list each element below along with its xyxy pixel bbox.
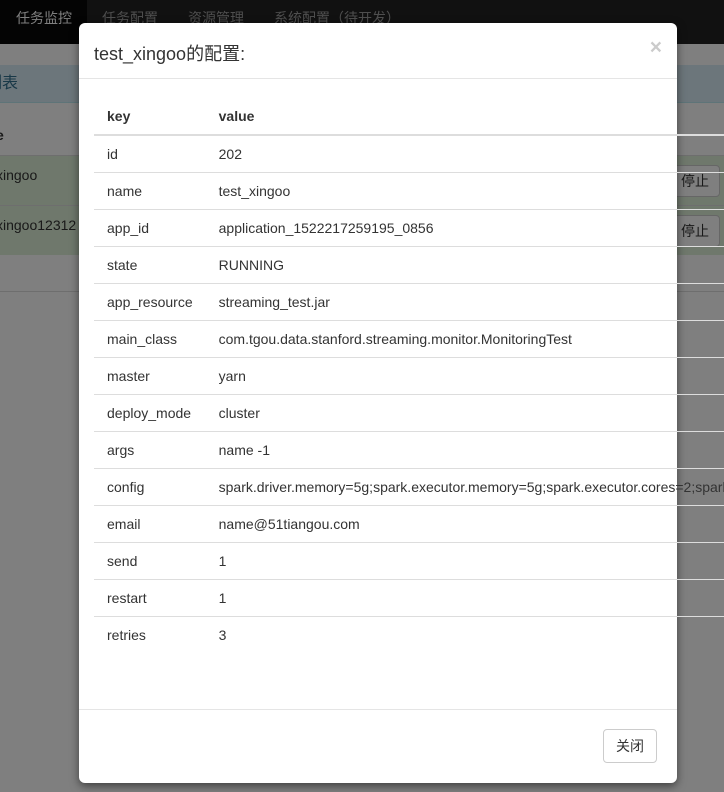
- table-row: args name -1: [94, 430, 724, 468]
- config-value: streaming_test.jar: [205, 282, 724, 320]
- config-value: spark.driver.memory=5g;spark.executor.me…: [205, 467, 724, 505]
- config-key: app_resource: [94, 282, 206, 320]
- table-row: master yarn: [94, 356, 724, 394]
- config-key: args: [94, 430, 206, 468]
- config-value: com.tgou.data.stanford.streaming.monitor…: [205, 319, 724, 357]
- table-row: name test_xingoo: [94, 171, 724, 209]
- table-row: app_id application_1522217259195_0856: [94, 208, 724, 246]
- table-row: send 1: [94, 541, 724, 579]
- config-key: send: [94, 541, 206, 579]
- config-value: 3: [205, 615, 724, 653]
- config-key: id: [94, 134, 206, 172]
- config-key: config: [94, 467, 206, 505]
- table-row: id 202: [94, 134, 724, 172]
- close-icon[interactable]: ×: [650, 37, 662, 58]
- column-header-key: key: [94, 98, 206, 136]
- config-key: deploy_mode: [94, 393, 206, 431]
- table-row: retries 3: [94, 615, 724, 653]
- config-value: 1: [205, 541, 724, 579]
- config-key: state: [94, 245, 206, 283]
- config-key: master: [94, 356, 206, 394]
- modal-title: test_xingoo的配置:: [94, 44, 246, 64]
- config-value: 202: [205, 134, 724, 172]
- config-value: 1: [205, 578, 724, 616]
- table-row: config spark.driver.memory=5g;spark.execu…: [94, 467, 724, 505]
- table-header-row: key value: [94, 98, 724, 136]
- config-key: name: [94, 171, 206, 209]
- table-row: state RUNNING: [94, 245, 724, 283]
- config-value: yarn: [205, 356, 724, 394]
- column-header-value: value: [205, 98, 724, 136]
- close-button[interactable]: 关闭: [603, 729, 657, 763]
- config-value: application_1522217259195_0856: [205, 208, 724, 246]
- config-value: test_xingoo: [205, 171, 724, 209]
- table-row: main_class com.tgou.data.stanford.streami…: [94, 319, 724, 357]
- config-key: retries: [94, 615, 206, 653]
- config-table: key value id 202 name test_xingoo app_id ap…: [94, 98, 724, 653]
- table-row: deploy_mode cluster: [94, 393, 724, 431]
- config-value: name@51tiangou.com: [205, 504, 724, 542]
- table-row: app_resource streaming_test.jar: [94, 282, 724, 320]
- config-key: main_class: [94, 319, 206, 357]
- modal-footer: 关闭: [79, 709, 677, 783]
- modal-body: key value id 202 name test_xingoo app_id ap…: [94, 98, 724, 658]
- config-modal: test_xingoo的配置: × key value id 202 name te…: [79, 23, 724, 783]
- config-key: app_id: [94, 208, 206, 246]
- config-value: RUNNING: [205, 245, 724, 283]
- config-key: restart: [94, 578, 206, 616]
- table-row: email name@51tiangou.com: [94, 504, 724, 542]
- config-value: cluster: [205, 393, 724, 431]
- table-row: restart 1: [94, 578, 724, 616]
- config-key: email: [94, 504, 206, 542]
- config-value: name -1: [205, 430, 724, 468]
- modal-header: test_xingoo的配置: ×: [79, 23, 677, 79]
